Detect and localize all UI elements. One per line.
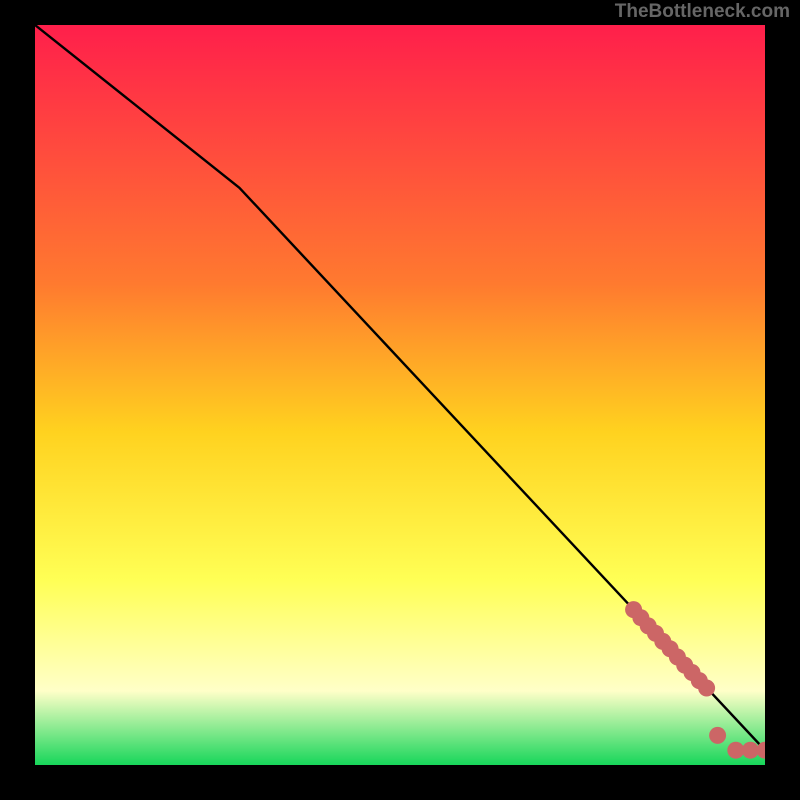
gradient-background <box>35 25 765 765</box>
watermark-text: TheBottleneck.com <box>615 1 790 23</box>
marker-point <box>698 680 715 697</box>
marker-point <box>727 742 744 759</box>
marker-point <box>709 727 726 744</box>
marker-point <box>742 742 759 759</box>
chart-frame: TheBottleneck.com <box>0 0 800 800</box>
chart-svg <box>35 25 765 765</box>
chart-plot-area <box>35 25 765 765</box>
